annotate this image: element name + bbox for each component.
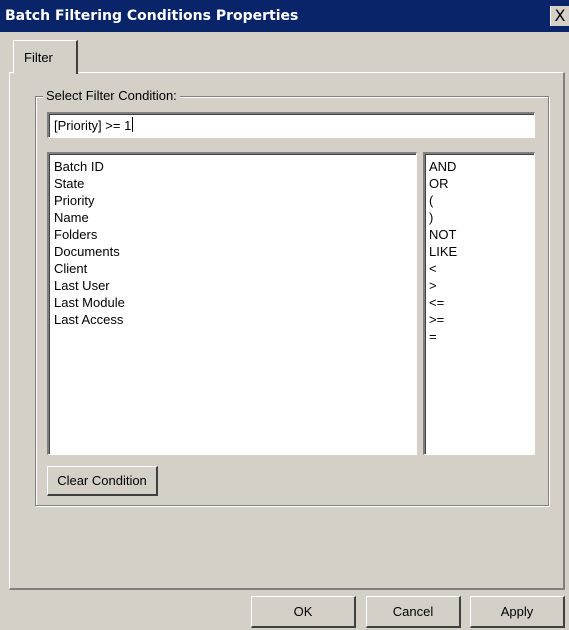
groupbox-legend: Select Filter Condition:	[43, 88, 180, 103]
close-button[interactable]: X	[550, 6, 569, 26]
window-title: Batch Filtering Conditions Properties	[5, 8, 299, 24]
list-item[interactable]: Last Module	[54, 294, 416, 311]
ok-button[interactable]: OK	[251, 596, 356, 628]
operator-item[interactable]: >=	[429, 311, 534, 328]
list-item[interactable]: Last User	[54, 277, 416, 294]
apply-button[interactable]: Apply	[470, 596, 565, 628]
text-caret	[132, 117, 134, 132]
filter-condition-value: [Priority] >= 1	[54, 118, 132, 133]
filter-condition-input[interactable]: [Priority] >= 1	[47, 112, 535, 138]
list-item[interactable]: Batch ID	[54, 158, 416, 175]
fields-list[interactable]: Batch ID State Priority Name Folders Doc…	[47, 152, 417, 455]
operator-item[interactable]: LIKE	[429, 243, 534, 260]
cancel-button[interactable]: Cancel	[366, 596, 461, 628]
operator-item[interactable]: OR	[429, 175, 534, 192]
operator-item[interactable]: >	[429, 277, 534, 294]
list-item[interactable]: Documents	[54, 243, 416, 260]
operator-item[interactable]: (	[429, 192, 534, 209]
list-item[interactable]: Folders	[54, 226, 416, 243]
title-bar: Batch Filtering Conditions Properties X	[0, 0, 569, 32]
list-item[interactable]: Client	[54, 260, 416, 277]
operators-list[interactable]: AND OR ( ) NOT LIKE < > <= >= =	[423, 152, 535, 455]
tab-filter-label: Filter	[24, 50, 53, 65]
operator-item[interactable]: =	[429, 328, 534, 345]
clear-condition-button[interactable]: Clear Condition	[47, 466, 158, 496]
list-item[interactable]: Last Access	[54, 311, 416, 328]
tab-filter[interactable]: Filter	[13, 40, 78, 74]
close-icon: X	[554, 6, 566, 25]
list-item[interactable]: State	[54, 175, 416, 192]
list-item[interactable]: Priority	[54, 192, 416, 209]
operator-item[interactable]: )	[429, 209, 534, 226]
operator-item[interactable]: <	[429, 260, 534, 277]
operator-item[interactable]: AND	[429, 158, 534, 175]
list-item[interactable]: Name	[54, 209, 416, 226]
operator-item[interactable]: NOT	[429, 226, 534, 243]
operator-item[interactable]: <=	[429, 294, 534, 311]
